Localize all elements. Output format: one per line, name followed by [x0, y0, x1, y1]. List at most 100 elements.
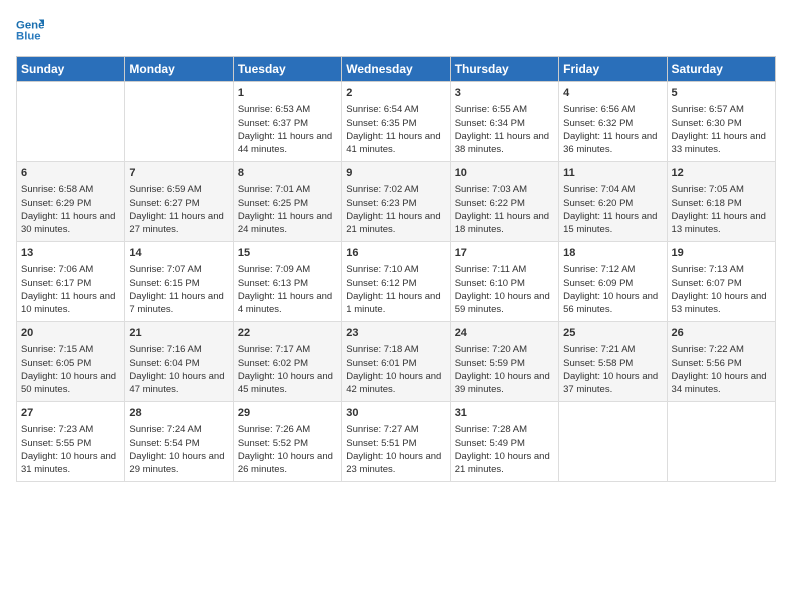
- weekday-header-monday: Monday: [125, 57, 233, 82]
- day-info: Daylight: 11 hours and 7 minutes.: [129, 290, 228, 317]
- day-info: Sunset: 5:55 PM: [21, 437, 120, 450]
- calendar-cell: 14 Sunrise: 7:07 AMSunset: 6:15 PMDayligh…: [125, 242, 233, 322]
- day-info: Sunset: 6:05 PM: [21, 357, 120, 370]
- day-info: Sunset: 6:18 PM: [672, 197, 771, 210]
- day-info: Sunrise: 6:58 AM: [21, 183, 120, 196]
- day-info: Daylight: 11 hours and 21 minutes.: [346, 210, 445, 237]
- calendar-cell: 3Sunrise: 6:55 AMSunset: 6:34 PMDaylight…: [450, 82, 558, 162]
- day-info: Sunrise: 7:09 AM: [238, 263, 337, 276]
- calendar-cell: [17, 82, 125, 162]
- day-info: Sunrise: 6:54 AM: [346, 103, 445, 116]
- calendar-cell: 28Sunrise: 7:24 AMSunset: 5:54 PMDayligh…: [125, 402, 233, 482]
- calendar-cell: 18Sunrise: 7:12 AMSunset: 6:09 PMDayligh…: [559, 242, 667, 322]
- day-info: Sunset: 5:58 PM: [563, 357, 662, 370]
- day-number: 31: [455, 406, 554, 421]
- day-number: 8: [238, 166, 337, 181]
- day-info: Daylight: 10 hours and 21 minutes.: [455, 450, 554, 477]
- calendar-cell: [125, 82, 233, 162]
- day-info: Sunrise: 7:10 AM: [346, 263, 445, 276]
- logo: General Blue: [16, 16, 48, 44]
- day-info: Sunset: 6:17 PM: [21, 277, 120, 290]
- day-info: Sunset: 6:32 PM: [563, 117, 662, 130]
- day-info: Sunrise: 7:01 AM: [238, 183, 337, 196]
- day-number: 20: [21, 326, 120, 341]
- day-info: Daylight: 10 hours and 56 minutes.: [563, 290, 662, 317]
- day-info: Sunrise: 7:03 AM: [455, 183, 554, 196]
- day-info: Sunrise: 7:16 AM: [129, 343, 228, 356]
- day-info: Sunset: 6:13 PM: [238, 277, 337, 290]
- day-number: 17: [455, 246, 554, 261]
- day-info: Daylight: 10 hours and 47 minutes.: [129, 370, 228, 397]
- day-number: 19: [672, 246, 771, 261]
- day-info: Daylight: 11 hours and 18 minutes.: [455, 210, 554, 237]
- day-info: Daylight: 11 hours and 15 minutes.: [563, 210, 662, 237]
- calendar-cell: 31Sunrise: 7:28 AMSunset: 5:49 PMDayligh…: [450, 402, 558, 482]
- day-number: 9: [346, 166, 445, 181]
- day-info: Sunrise: 7:13 AM: [672, 263, 771, 276]
- day-info: Sunset: 6:12 PM: [346, 277, 445, 290]
- calendar-cell: 30Sunrise: 7:27 AMSunset: 5:51 PMDayligh…: [342, 402, 450, 482]
- day-info: Daylight: 10 hours and 31 minutes.: [21, 450, 120, 477]
- day-info: Sunset: 6:35 PM: [346, 117, 445, 130]
- day-number: 23: [346, 326, 445, 341]
- day-number: 13: [21, 246, 120, 261]
- calendar-cell: 26Sunrise: 7:22 AMSunset: 5:56 PMDayligh…: [667, 322, 775, 402]
- day-info: Sunset: 6:22 PM: [455, 197, 554, 210]
- calendar-cell: 11Sunrise: 7:04 AMSunset: 6:20 PMDayligh…: [559, 162, 667, 242]
- day-info: Daylight: 10 hours and 50 minutes.: [21, 370, 120, 397]
- calendar-cell: 7Sunrise: 6:59 AMSunset: 6:27 PMDaylight…: [125, 162, 233, 242]
- day-info: Sunrise: 6:56 AM: [563, 103, 662, 116]
- day-info: Sunset: 6:30 PM: [672, 117, 771, 130]
- day-info: Sunset: 6:09 PM: [563, 277, 662, 290]
- calendar-cell: 16Sunrise: 7:10 AMSunset: 6:12 PMDayligh…: [342, 242, 450, 322]
- calendar-cell: 19Sunrise: 7:13 AMSunset: 6:07 PMDayligh…: [667, 242, 775, 322]
- day-info: Daylight: 10 hours and 26 minutes.: [238, 450, 337, 477]
- calendar-cell: 9 Sunrise: 7:02 AMSunset: 6:23 PMDaylight…: [342, 162, 450, 242]
- day-info: Sunset: 5:49 PM: [455, 437, 554, 450]
- day-info: Sunrise: 6:53 AM: [238, 103, 337, 116]
- day-number: 27: [21, 406, 120, 421]
- calendar-cell: 24Sunrise: 7:20 AMSunset: 5:59 PMDayligh…: [450, 322, 558, 402]
- calendar-cell: 10 Sunrise: 7:03 AMSunset: 6:22 PMDayligh…: [450, 162, 558, 242]
- day-info: Sunset: 5:52 PM: [238, 437, 337, 450]
- calendar-cell: 13Sunrise: 7:06 AMSunset: 6:17 PMDayligh…: [17, 242, 125, 322]
- calendar-cell: [667, 402, 775, 482]
- day-info: Daylight: 10 hours and 39 minutes.: [455, 370, 554, 397]
- day-info: Daylight: 11 hours and 30 minutes.: [21, 210, 120, 237]
- day-info: Sunrise: 7:07 AM: [129, 263, 228, 276]
- weekday-header-thursday: Thursday: [450, 57, 558, 82]
- weekday-header-saturday: Saturday: [667, 57, 775, 82]
- day-info: Daylight: 11 hours and 13 minutes.: [672, 210, 771, 237]
- day-info: Sunrise: 7:26 AM: [238, 423, 337, 436]
- day-info: Sunset: 6:25 PM: [238, 197, 337, 210]
- day-info: Daylight: 10 hours and 42 minutes.: [346, 370, 445, 397]
- day-info: Sunset: 5:51 PM: [346, 437, 445, 450]
- day-info: Daylight: 11 hours and 24 minutes.: [238, 210, 337, 237]
- day-info: Sunset: 6:34 PM: [455, 117, 554, 130]
- calendar-cell: 17Sunrise: 7:11 AMSunset: 6:10 PMDayligh…: [450, 242, 558, 322]
- day-info: Sunrise: 7:02 AM: [346, 183, 445, 196]
- logo-icon: General Blue: [16, 16, 44, 44]
- day-info: Sunset: 5:59 PM: [455, 357, 554, 370]
- day-info: Sunrise: 6:55 AM: [455, 103, 554, 116]
- day-info: Sunrise: 6:59 AM: [129, 183, 228, 196]
- day-info: Daylight: 10 hours and 45 minutes.: [238, 370, 337, 397]
- calendar-cell: 23Sunrise: 7:18 AMSunset: 6:01 PMDayligh…: [342, 322, 450, 402]
- day-number: 22: [238, 326, 337, 341]
- day-number: 14: [129, 246, 228, 261]
- calendar-cell: 5Sunrise: 6:57 AMSunset: 6:30 PMDaylight…: [667, 82, 775, 162]
- day-info: Sunrise: 7:15 AM: [21, 343, 120, 356]
- day-info: Sunset: 6:15 PM: [129, 277, 228, 290]
- day-info: Sunrise: 7:20 AM: [455, 343, 554, 356]
- day-number: 25: [563, 326, 662, 341]
- calendar-cell: 15Sunrise: 7:09 AMSunset: 6:13 PMDayligh…: [233, 242, 341, 322]
- day-info: Sunset: 6:23 PM: [346, 197, 445, 210]
- day-number: 4: [563, 86, 662, 101]
- day-info: Sunrise: 7:27 AM: [346, 423, 445, 436]
- day-info: Daylight: 11 hours and 4 minutes.: [238, 290, 337, 317]
- day-info: Sunset: 6:37 PM: [238, 117, 337, 130]
- day-info: Sunrise: 7:18 AM: [346, 343, 445, 356]
- day-number: 10: [455, 166, 554, 181]
- day-number: 3: [455, 86, 554, 101]
- calendar-table: SundayMondayTuesdayWednesdayThursdayFrid…: [16, 56, 776, 482]
